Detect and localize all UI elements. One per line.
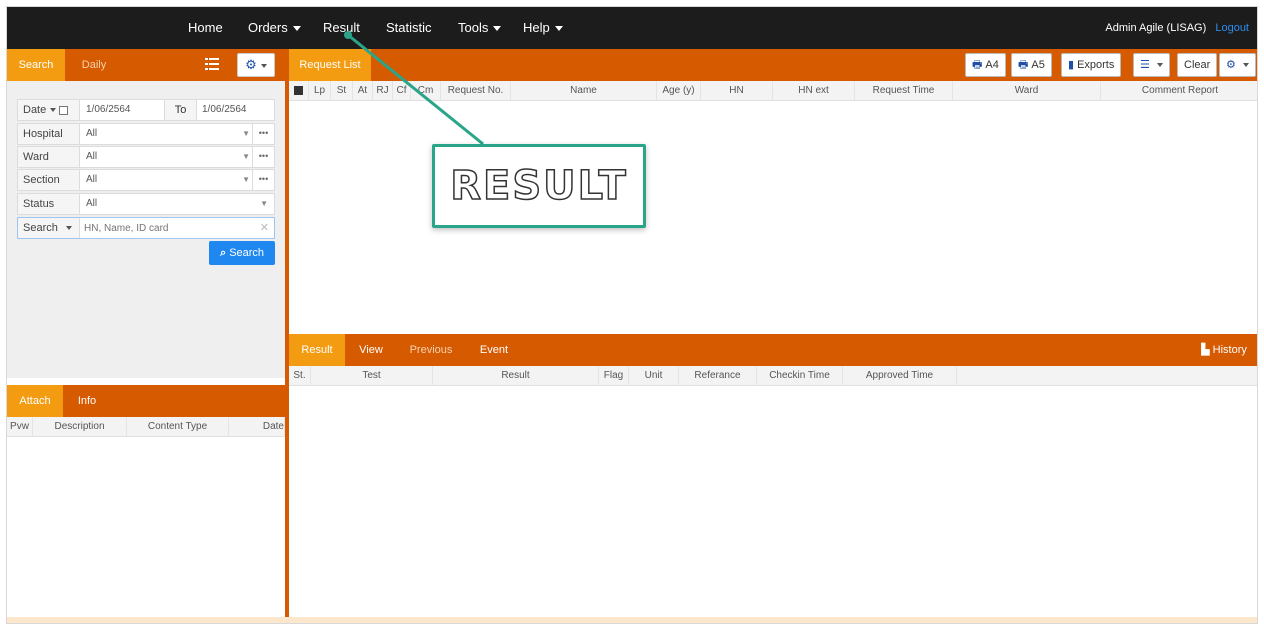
result-callout-box: RESULT xyxy=(432,144,646,228)
app-window: Home Orders Result Statistic Tools Help … xyxy=(6,6,1258,624)
callout-pointer xyxy=(344,31,484,146)
callout-text: RESULT xyxy=(449,162,628,210)
